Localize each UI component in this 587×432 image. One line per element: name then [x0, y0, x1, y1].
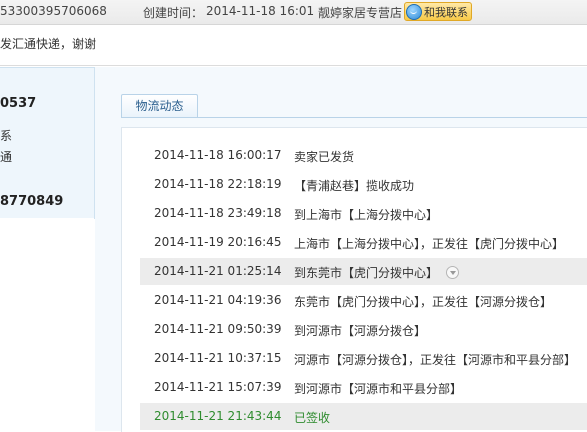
tab-divider — [121, 117, 587, 118]
order-header-bar: 53300395706068 创建时间： 2014-11-18 16:01 靓婷… — [0, 0, 587, 25]
buyer-note-bar: 发汇通快递，谢谢 — [0, 25, 587, 66]
logistics-desc: 到东莞市【虎门分拨中心】 — [294, 266, 439, 280]
tab-logistics[interactable]: 物流动态 — [121, 94, 198, 117]
created-time-label: 创建时间： — [143, 6, 204, 20]
wangwang-chat-icon — [406, 3, 422, 20]
logistics-time: 2014-11-21 01:25:14 — [154, 264, 282, 278]
logistics-row: 2014-11-21 10:37:15 河源市【河源分拨仓】，正发往【河源市和平… — [140, 345, 587, 372]
contact-seller-button[interactable]: 和我联系 — [404, 2, 472, 21]
logistics-time: 2014-11-21 04:19:36 — [154, 293, 282, 307]
logistics-desc: 到河源市【河源分拨仓】 — [294, 324, 427, 338]
logistics-desc: 已签收 — [294, 411, 331, 425]
order-info-panel: 0537 系 通 8770849 — [0, 67, 95, 219]
logistics-row: 2014-11-18 16:00:17 卖家已发货 — [140, 142, 587, 169]
contact-seller-label: 和我联系 — [424, 5, 468, 19]
logistics-row-signed: 2014-11-21 21:43:44 已签收 — [140, 403, 587, 430]
logistics-row: 2014-11-21 15:07:39 到河源市【河源市和平县分部】 — [140, 374, 587, 401]
left-panel-spacer — [0, 218, 94, 431]
expand-chevron-icon[interactable] — [446, 266, 460, 279]
logistics-time: 2014-11-18 23:49:18 — [154, 206, 282, 220]
shop-name-link[interactable]: 靓婷家居专营店 — [318, 4, 402, 21]
logistics-row: 2014-11-21 04:19:36 东莞市【虎门分拨中心】，正发往【河源分拨… — [140, 287, 587, 314]
logistics-desc: 到上海市【上海分拨中心】 — [294, 208, 439, 222]
logistics-desc: 东莞市【虎门分拨中心】，正发往【河源分拨仓】 — [294, 295, 553, 309]
info-line-3: 通 — [0, 150, 13, 164]
logistics-row: 2014-11-18 23:49:18 到上海市【上海分拨中心】 — [140, 200, 587, 227]
created-time-value: 2014-11-18 16:01 — [206, 4, 315, 18]
logistics-time: 2014-11-19 20:16:45 — [154, 235, 282, 249]
logistics-time: 2014-11-21 15:07:39 — [154, 380, 282, 394]
info-line-2: 系 — [0, 129, 13, 143]
logistics-desc: 卖家已发货 — [294, 150, 355, 164]
logistics-time: 2014-11-18 16:00:17 — [154, 148, 282, 162]
logistics-desc: 上海市【上海分拨中心】，正发往【虎门分拨中心】 — [294, 237, 565, 251]
logistics-desc: 【青浦赵巷】揽收成功 — [294, 179, 415, 193]
info-line-1: 0537 — [0, 96, 37, 111]
logistics-time: 2014-11-21 09:50:39 — [154, 322, 282, 336]
logistics-row-hover[interactable]: 2014-11-21 01:25:14 到东莞市【虎门分拨中心】 — [140, 258, 587, 285]
logistics-row: 2014-11-18 22:18:19 【青浦赵巷】揽收成功 — [140, 171, 587, 198]
logistics-desc: 到河源市【河源市和平县分部】 — [294, 382, 463, 396]
buyer-note-text: 发汇通快递，谢谢 — [0, 37, 97, 51]
logistics-row: 2014-11-21 09:50:39 到河源市【河源分拨仓】 — [140, 316, 587, 343]
logistics-time: 2014-11-21 21:43:44 — [154, 409, 282, 423]
logistics-time: 2014-11-21 10:37:15 — [154, 351, 282, 365]
logistics-desc: 河源市【河源分拨仓】，正发往【河源市和平县分部】 — [294, 353, 577, 367]
order-number: 53300395706068 — [0, 4, 107, 18]
logistics-row: 2014-11-19 20:16:45 上海市【上海分拨中心】，正发往【虎门分拨… — [140, 229, 587, 256]
info-line-4: 8770849 — [0, 194, 64, 209]
logistics-time: 2014-11-18 22:18:19 — [154, 177, 282, 191]
